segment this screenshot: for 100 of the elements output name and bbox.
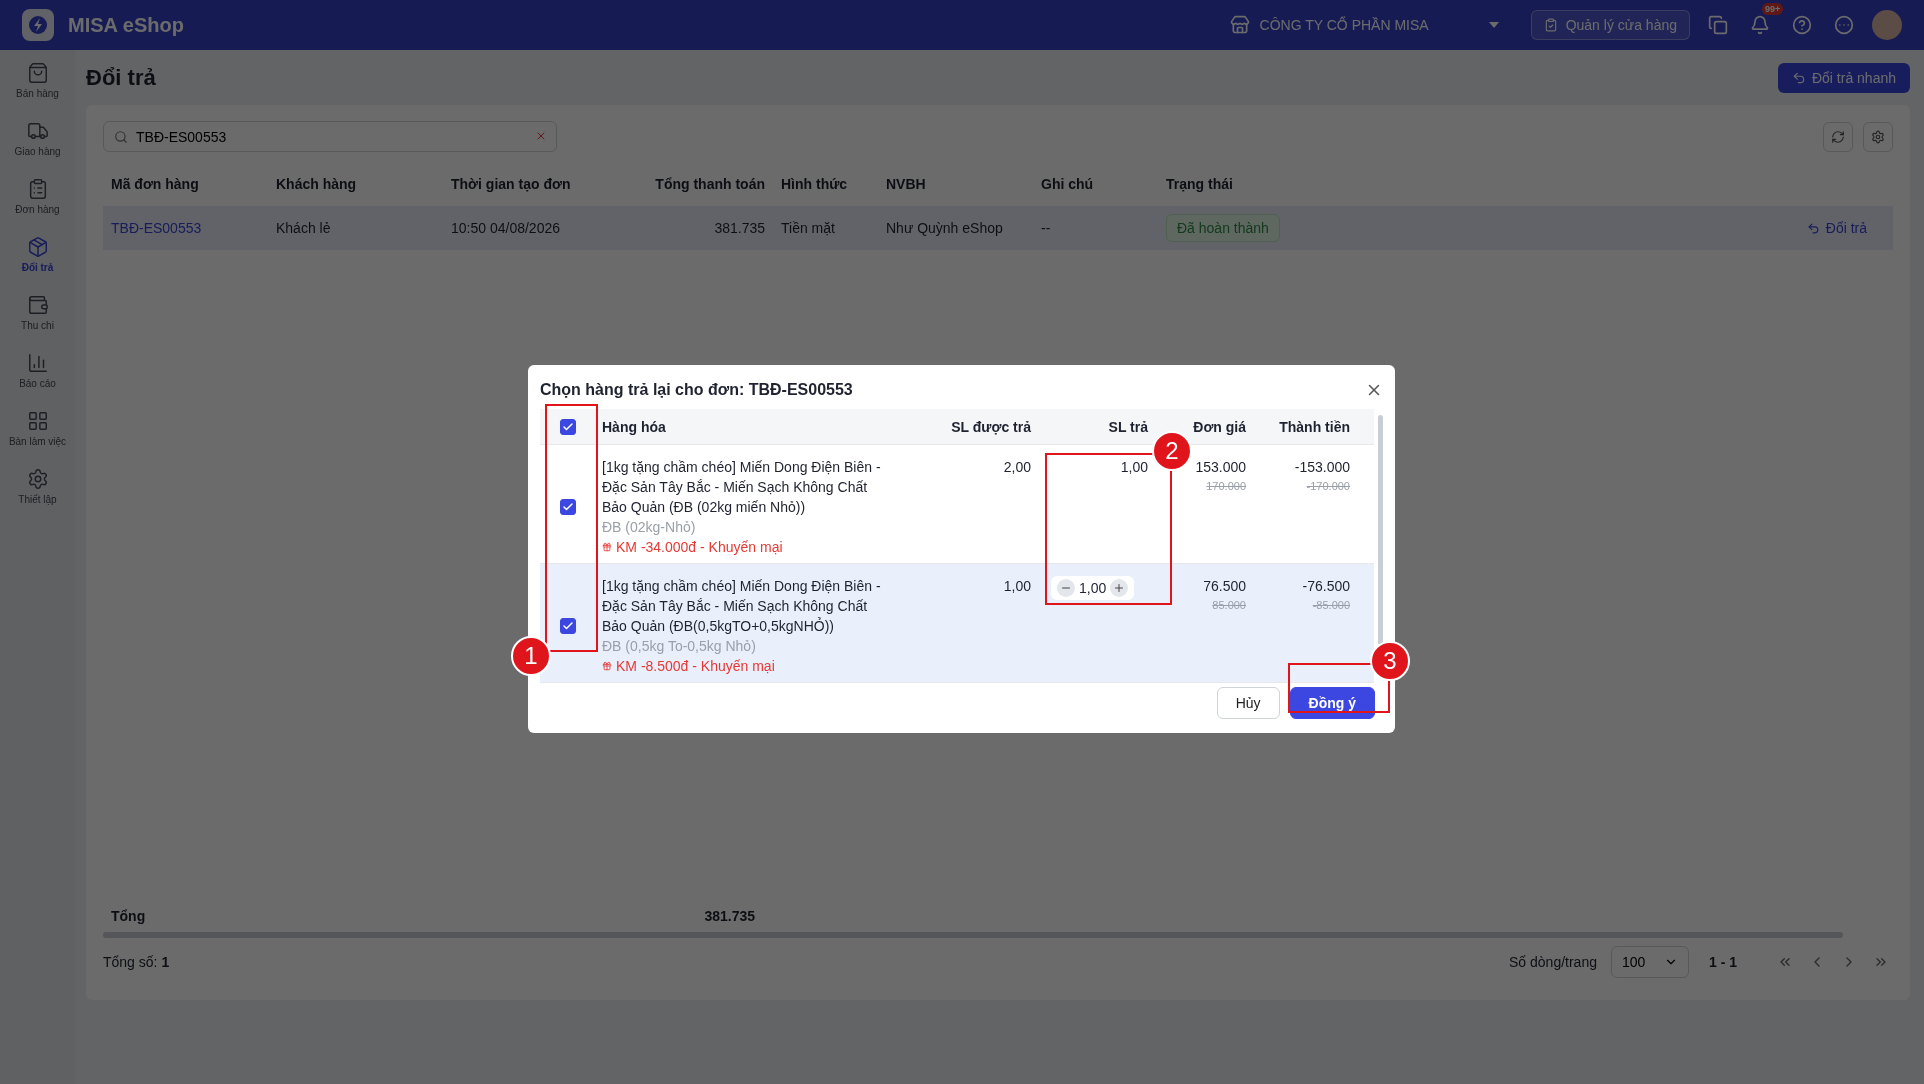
grid-icon <box>26 410 49 432</box>
column-header: Thành tiền <box>1278 418 1351 435</box>
caret-icon[interactable] <box>1488 22 1499 28</box>
promotion-label: KM -34.000đ - Khuyến mại <box>616 538 783 557</box>
avatar[interactable] <box>1872 10 1902 40</box>
shopping-bag-icon <box>26 62 49 84</box>
table-cell-text: 381.735 <box>713 220 766 236</box>
column-header: SL trả <box>1107 418 1149 435</box>
item-checkbox[interactable] <box>559 499 576 515</box>
page-title: Đổi trả <box>86 64 156 91</box>
sidebar-item[interactable]: Đơn hàng <box>0 174 75 232</box>
undo-icon <box>1806 221 1820 235</box>
product-variant: ĐB (02kg-Nhỏ) <box>602 518 697 537</box>
check-icon <box>561 620 574 632</box>
page-range: 1 - 1 <box>1709 954 1737 970</box>
help-icon[interactable] <box>1792 15 1812 35</box>
original-amount: -170.000 <box>1306 479 1350 494</box>
check-icon <box>561 420 574 433</box>
sidebar-item[interactable]: Thiết lập <box>0 464 75 522</box>
select-all-checkbox[interactable] <box>559 418 576 435</box>
column-header: Mã đơn hàng <box>110 176 200 192</box>
line-amount: -153.000 <box>1294 458 1350 477</box>
column-header: Đơn giá <box>1192 418 1247 435</box>
column-header: Tổng thanh toán <box>654 176 766 192</box>
plus-button[interactable] <box>1110 579 1129 597</box>
refresh-icon <box>1831 129 1845 144</box>
column-header: Ghi chú <box>1040 176 1095 192</box>
sidebar-item[interactable]: Đổi trả <box>0 232 75 290</box>
unit-price: 153.000 <box>1195 458 1246 477</box>
total-count: Tổng số: 1 <box>103 954 170 970</box>
more-icon[interactable] <box>1834 15 1854 35</box>
item-checkbox[interactable] <box>559 618 576 634</box>
column-header: Trạng thái <box>1165 176 1234 192</box>
table-cell-text: 10:50 04/08/2026 <box>450 220 561 236</box>
app-name: MISA eShop <box>68 13 184 37</box>
search-field[interactable]: TBĐ-ES00553 <box>103 121 557 152</box>
plus-icon <box>1113 582 1126 594</box>
original-price: 170.000 <box>1206 479 1246 494</box>
sidebar-item[interactable]: Bán hàng <box>0 58 75 116</box>
unit-price: 76.500 <box>1203 577 1246 596</box>
total-label: Tổng <box>110 908 147 924</box>
wallet-icon <box>26 294 49 316</box>
table-cell-text: Tiền mặt <box>780 220 836 236</box>
table-cell-text: Như Quỳnh eShop <box>885 220 1004 236</box>
check-icon <box>561 501 574 513</box>
sidebar-item[interactable]: Thu chi <box>0 290 75 348</box>
truck-icon <box>26 120 49 142</box>
logo-icon <box>22 9 54 41</box>
cancel-button[interactable]: Hủy <box>1216 687 1280 719</box>
notification-icon[interactable] <box>1750 15 1770 35</box>
sidebar-item[interactable]: Bàn làm việc <box>0 406 75 464</box>
quantity-stepper[interactable]: 1,00 <box>1051 576 1135 600</box>
confirm-button[interactable]: Đồng ý <box>1289 687 1375 719</box>
total-value: 381.735 <box>703 908 756 924</box>
product-variant: ĐB (0,5kg To-0,5kg Nhỏ) <box>602 637 757 656</box>
table-cell-text: -- <box>1040 220 1052 236</box>
product-name: [1kg tặng chầm chéo] Miến Dong Điện Biên - Đặc Sản Tây Bắc - Miến Sạch Không Chất Bảo Quản (ĐB(0,5kgTO+0,5kgNHỎ)) <box>602 577 882 636</box>
product-name: [1kg tặng chầm chéo] Miến Dong Điện Biên - Đặc Sản Tây Bắc - Miến Sạch Không Chất Bảo Quản (ĐB (02kg miến Nhỏ)) <box>602 458 882 517</box>
column-header: Hàng hóa <box>601 418 667 435</box>
clipboard-icon <box>1543 18 1558 32</box>
undo-icon <box>1791 70 1806 85</box>
devices-icon[interactable] <box>1708 15 1728 35</box>
box-icon <box>26 236 49 258</box>
return-link[interactable]: Đổi trả <box>1800 219 1873 237</box>
item-row[interactable] <box>540 564 1374 683</box>
settings-icon <box>1871 129 1885 144</box>
returnable-quantity: 1,00 <box>1003 577 1031 596</box>
refresh-button[interactable] <box>1823 121 1853 152</box>
rows-per-page-label: Số dòng/trang <box>1509 954 1597 970</box>
minus-button[interactable] <box>1057 579 1075 597</box>
bar-chart-icon <box>26 352 49 374</box>
column-header: Hình thức <box>780 176 849 192</box>
notification-badge: 99+ <box>1762 3 1784 15</box>
gift-icon <box>602 542 612 552</box>
status-tag: Đã hoàn thành <box>1166 214 1280 242</box>
returnable-quantity: 2,00 <box>1003 458 1031 477</box>
clear-icon[interactable] <box>535 130 547 142</box>
column-header: SL được trả <box>950 418 1032 435</box>
store-icon <box>1229 15 1250 35</box>
gift-icon <box>602 661 612 671</box>
table-cell-text: Khách lẻ <box>275 220 332 236</box>
rows-per-page-select[interactable]: 100 <box>1611 946 1689 978</box>
settings-icon <box>26 468 49 490</box>
sidebar-item[interactable]: Báo cáo <box>0 348 75 406</box>
order-code-link[interactable]: TBĐ-ES00553 <box>103 220 268 236</box>
original-amount: -85.000 <box>1312 598 1350 613</box>
line-amount: -76.500 <box>1302 577 1350 596</box>
dialog-title: Chọn hàng trả lại cho đơn: TBĐ-ES00553 <box>540 381 853 399</box>
quick-return-button[interactable]: Đổi trả nhanh <box>1777 62 1910 93</box>
table-row[interactable]: TBĐ-ES00553 Khách lẻ 10:50 04/08/2026 381.735 Tiền mặt Như Quỳnh eShop -- Đã hoàn thành Đổi trả <box>103 206 1893 250</box>
search-icon <box>114 130 128 144</box>
promotion-label: KM -8.500đ - Khuyến mại <box>616 657 775 676</box>
company-name: CÔNG TY CỔ PHẦN MISA <box>1259 17 1429 33</box>
column-header: Thời gian tạo đơn <box>450 176 572 192</box>
scrollbar[interactable] <box>1378 415 1383 645</box>
settings-button[interactable] <box>1863 121 1893 152</box>
original-price: 85.000 <box>1212 598 1246 613</box>
sidebar-item[interactable]: Giao hàng <box>0 116 75 174</box>
column-header: NVBH <box>885 176 927 192</box>
return-quantity: 1,00 <box>1120 458 1148 477</box>
